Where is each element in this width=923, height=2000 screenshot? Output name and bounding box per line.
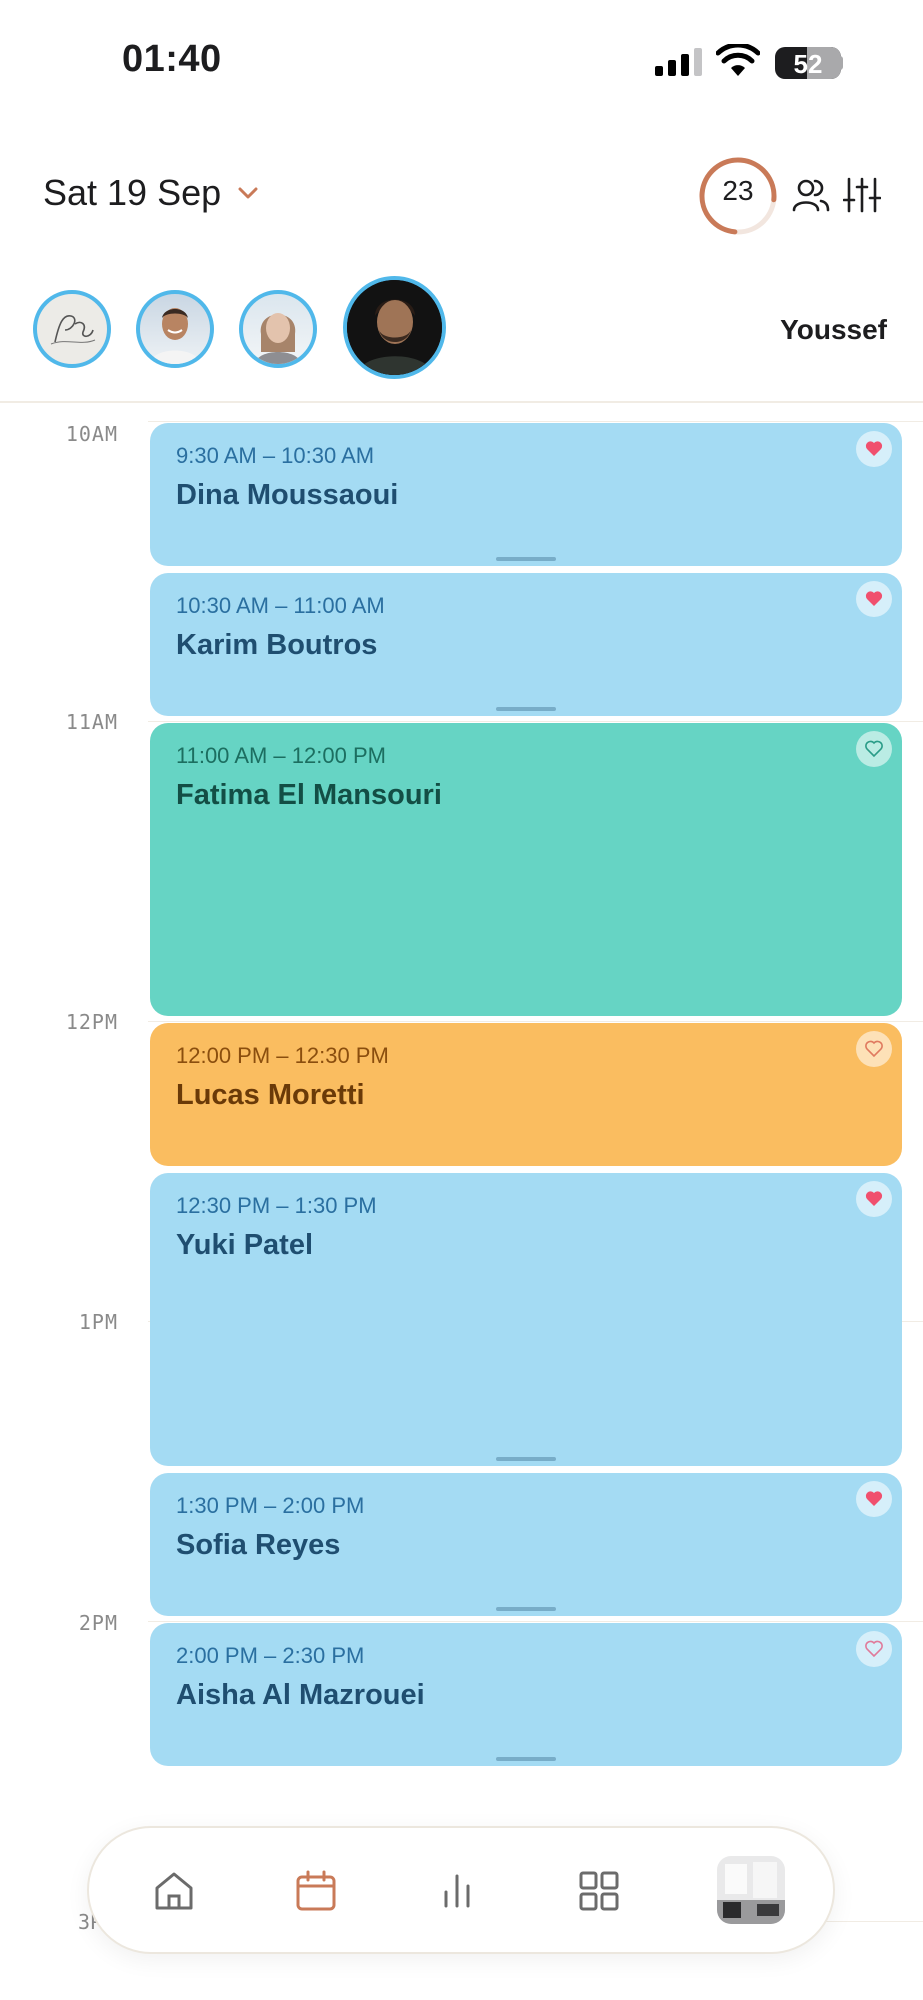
nav-calendar[interactable]: [285, 1860, 347, 1922]
resize-handle[interactable]: [496, 707, 556, 711]
appointment-client: Aisha Al Mazrouei: [176, 1679, 425, 1711]
users-icon[interactable]: [792, 176, 830, 214]
favorite-heart-icon[interactable]: [856, 431, 892, 467]
appointment-card[interactable]: 11:00 AM – 12:00 PM Fatima El Mansouri: [150, 723, 902, 1016]
person-photo: [255, 313, 301, 364]
header-divider: [0, 401, 923, 403]
hour-gridline: [148, 721, 923, 722]
staff-avatar-logo[interactable]: [33, 290, 111, 368]
favorite-heart-outline-icon[interactable]: [856, 1631, 892, 1667]
resize-handle[interactable]: [496, 1757, 556, 1761]
appointment-client: Dina Moussaoui: [176, 479, 399, 511]
app-screen: 01:40 52 Sat 19 Sep 23 Youssef 10AM 11AM…: [0, 0, 923, 2000]
hour-label-12pm: 12PM: [65, 1010, 118, 1034]
cellular-signal-icon: [655, 48, 702, 76]
resize-handle[interactable]: [496, 557, 556, 561]
resize-handle[interactable]: [496, 1457, 556, 1461]
appointment-time: 12:00 PM – 12:30 PM: [176, 1043, 389, 1068]
favorite-heart-icon[interactable]: [856, 581, 892, 617]
appointment-client: Yuki Patel: [176, 1229, 314, 1261]
appointment-client: Lucas Moretti: [176, 1079, 365, 1111]
appointment-client: Karim Boutros: [176, 629, 378, 661]
nav-grid[interactable]: [568, 1860, 630, 1922]
stats-icon: [444, 1874, 470, 1908]
bottom-nav: [87, 1826, 835, 1954]
date-label: Sat 19 Sep: [43, 172, 222, 213]
hour-label-11am: 11AM: [65, 710, 118, 734]
favorite-heart-outline-icon[interactable]: [856, 731, 892, 767]
hour-gridline: [148, 1021, 923, 1022]
business-photo: [717, 1856, 785, 1924]
hour-label-10am: 10AM: [65, 422, 118, 446]
favorite-heart-icon[interactable]: [856, 1181, 892, 1217]
appointment-time: 12:30 PM – 1:30 PM: [176, 1193, 377, 1218]
appointments-count: 23: [722, 175, 754, 206]
selected-staff-name: Youssef: [780, 314, 887, 345]
appointment-card[interactable]: 1:30 PM – 2:00 PM Sofia Reyes: [150, 1473, 902, 1616]
appointment-card[interactable]: 10:30 AM – 11:00 AM Karim Boutros: [150, 573, 902, 716]
staff-avatar-1[interactable]: [136, 290, 214, 368]
appointment-time: 2:00 PM – 2:30 PM: [176, 1643, 365, 1668]
favorite-heart-icon[interactable]: [856, 1481, 892, 1517]
appointment-time: 9:30 AM – 10:30 AM: [176, 443, 375, 468]
sliders-icon[interactable]: [843, 176, 881, 214]
appointment-card[interactable]: 12:30 PM – 1:30 PM Yuki Patel: [150, 1173, 902, 1466]
appointment-time: 11:00 AM – 12:00 PM: [176, 743, 386, 768]
person-photo: [150, 308, 200, 364]
nav-profile-photo[interactable]: [717, 1856, 785, 1924]
person-photo: [347, 280, 442, 375]
date-selector[interactable]: Sat 19 Sep: [43, 172, 259, 214]
home-icon: [155, 1872, 193, 1910]
nav-stats[interactable]: [426, 1860, 488, 1922]
battery-level: 52: [793, 49, 823, 79]
script-logo-icon: [50, 315, 96, 345]
appointment-card[interactable]: 9:30 AM – 10:30 AM Dina Moussaoui: [150, 423, 902, 566]
appointment-card[interactable]: 12:00 PM – 12:30 PM Lucas Moretti: [150, 1023, 902, 1166]
nav-home[interactable]: [143, 1860, 205, 1922]
appointment-time: 1:30 PM – 2:00 PM: [176, 1493, 365, 1518]
appointment-card[interactable]: 2:00 PM – 2:30 PM Aisha Al Mazrouei: [150, 1623, 902, 1766]
appointment-client: Fatima El Mansouri: [176, 779, 442, 811]
chevron-down-icon: [238, 187, 258, 199]
status-time: 01:40: [122, 38, 222, 80]
grid-icon: [579, 1871, 619, 1911]
hour-label-2pm: 2PM: [78, 1611, 118, 1635]
wifi-icon: [716, 44, 760, 76]
appointment-time: 10:30 AM – 11:00 AM: [176, 593, 385, 618]
favorite-heart-outline-icon[interactable]: [856, 1031, 892, 1067]
battery-tip: [838, 56, 843, 70]
hour-gridline: [148, 1621, 923, 1622]
staff-avatar-youssef[interactable]: [343, 276, 446, 379]
hour-label-1pm: 1PM: [78, 1310, 118, 1334]
staff-avatar-2[interactable]: [239, 290, 317, 368]
calendar-icon: [296, 1870, 336, 1911]
resize-handle[interactable]: [496, 1607, 556, 1611]
appointment-client: Sofia Reyes: [176, 1529, 341, 1561]
battery-icon: 52: [775, 47, 841, 79]
hour-gridline: [148, 421, 923, 422]
